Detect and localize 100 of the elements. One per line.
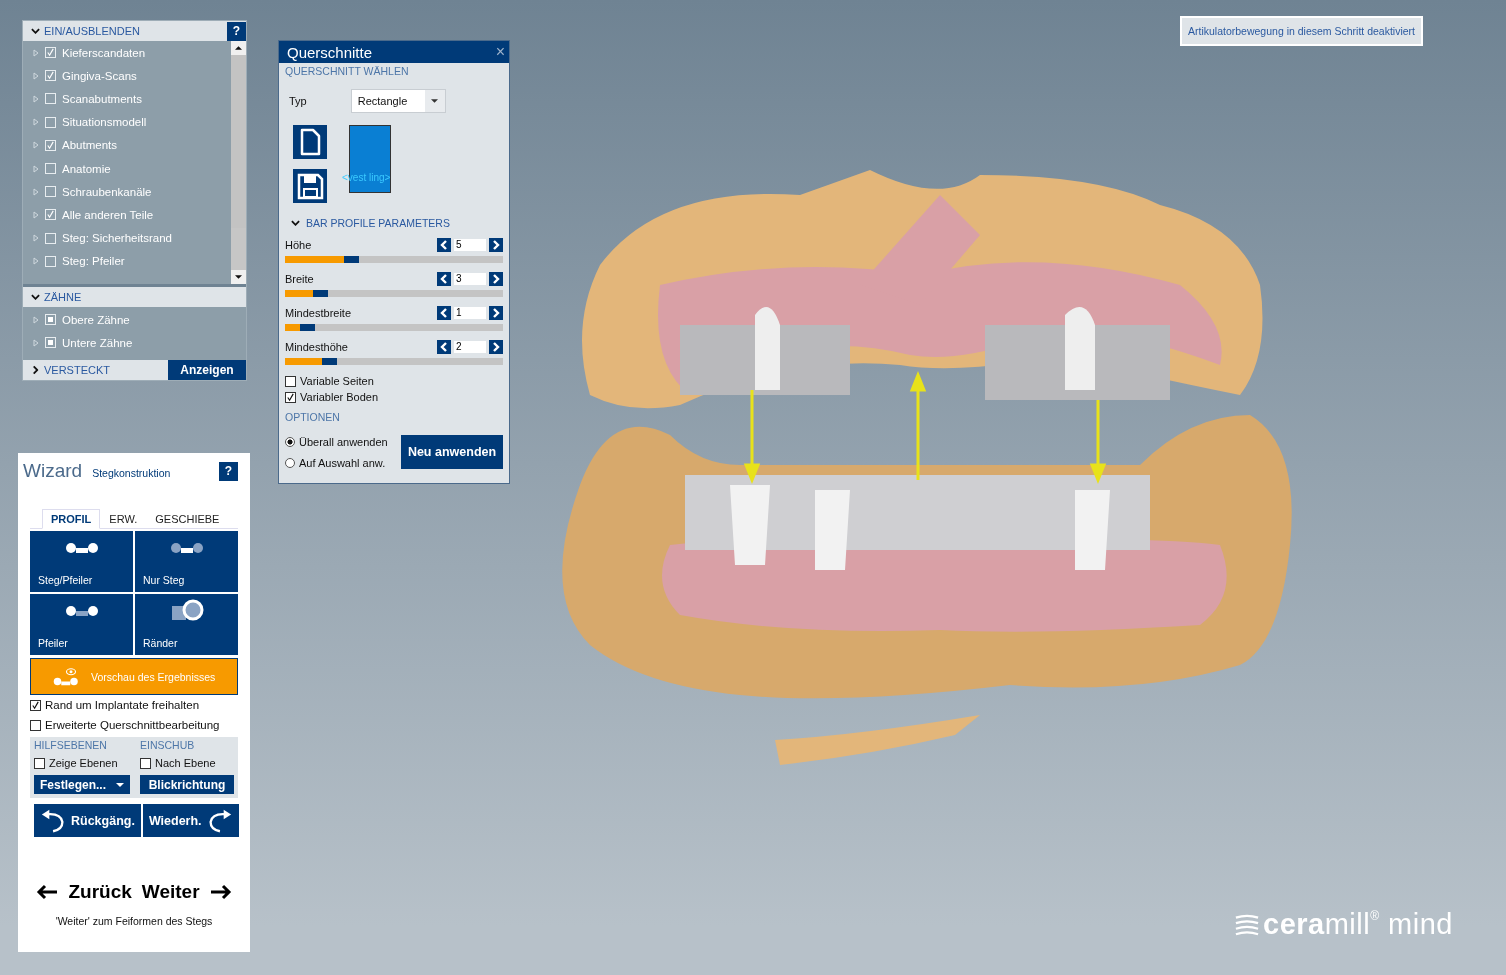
layer-label: Steg: Pfeiler <box>62 255 125 268</box>
scroll-up-icon[interactable] <box>235 46 242 50</box>
increase-button[interactable] <box>489 272 503 286</box>
value-field[interactable]: 3 <box>454 273 486 285</box>
margin-circle-icon <box>169 598 204 622</box>
radio-label: Auf Auswahl anw. <box>299 456 386 469</box>
bar-pillar-icon <box>64 541 99 555</box>
slider[interactable] <box>285 358 503 365</box>
wizard-subtitle: Stegkonstruktion <box>92 467 172 479</box>
section-title: EIN/AUSBLENDEN <box>44 25 141 37</box>
apply-button[interactable]: Neu anwenden <box>401 435 503 469</box>
radio-button[interactable] <box>285 436 295 447</box>
increase-button[interactable] <box>489 306 503 320</box>
notice-banner: Artikulatorbewegung in diesem Schritt deaktiviert <box>1180 16 1424 46</box>
wizard-title: Wizard <box>23 460 83 482</box>
checkbox-label: Rand um Implantate freihalten <box>45 699 200 711</box>
view-direction-button[interactable]: Blickrichtung <box>140 775 234 794</box>
layer-label: Steg: Sicherheitsrand <box>62 232 172 245</box>
tool-tile[interactable]: Nur Steg <box>135 531 238 592</box>
decrease-button[interactable] <box>437 306 451 320</box>
layer-label: Gingiva-Scans <box>62 69 137 82</box>
type-dropdown[interactable]: Rectangle <box>350 89 446 113</box>
layer-label: Schraubenkanäle <box>62 185 152 198</box>
show-button[interactable]: Anzeigen <box>168 360 246 381</box>
decrease-button[interactable] <box>437 238 451 252</box>
section-title: QUERSCHNITT WÄHLEN <box>285 65 410 77</box>
pillar-icon <box>64 604 99 618</box>
slider-thumb[interactable] <box>300 324 316 331</box>
slider-thumb[interactable] <box>313 290 329 297</box>
layer-label: Untere Zähne <box>62 336 133 349</box>
checkbox[interactable] <box>30 719 41 731</box>
new-document-icon[interactable] <box>293 123 327 161</box>
checkbox-label: Variable Seiten <box>300 375 374 387</box>
decrease-button[interactable] <box>437 340 451 354</box>
layer-label: Scanabutments <box>62 92 142 105</box>
parameter-label: Breite <box>285 273 314 285</box>
slider-thumb[interactable] <box>343 256 359 263</box>
section-title: BAR PROFILE PARAMETERS <box>306 217 450 229</box>
slider[interactable] <box>285 290 503 297</box>
scrollbar[interactable] <box>231 41 246 284</box>
type-label: Typ <box>289 95 307 107</box>
arrow-left-icon <box>36 884 59 900</box>
dropdown-arrow-icon <box>116 782 125 787</box>
decrease-button[interactable] <box>437 272 451 286</box>
layer-label: Obere Zähne <box>62 313 130 326</box>
section-title: EINSCHUB <box>140 739 196 751</box>
scroll-down-icon[interactable] <box>235 275 242 279</box>
layer-label: Abutments <box>62 139 117 152</box>
tab[interactable]: ERW. <box>100 509 147 529</box>
checkbox[interactable] <box>30 699 41 711</box>
back-button[interactable]: Zurück <box>36 881 132 903</box>
parameter-label: Höhe <box>285 239 312 251</box>
tab[interactable]: GESCHIEBE <box>146 509 229 529</box>
logo-wave-icon <box>1235 913 1259 936</box>
help-button[interactable]: ? <box>227 21 246 41</box>
checkbox[interactable] <box>140 757 152 769</box>
tool-tile[interactable]: Ränder <box>135 594 238 655</box>
slider[interactable] <box>285 324 503 331</box>
define-dropdown-button[interactable]: Festlegen... <box>34 775 131 794</box>
undo-button[interactable]: Rückgäng. <box>34 804 141 837</box>
parameter-label: Mindesthöhe <box>285 341 348 353</box>
dialog-title: Querschnitte <box>287 43 373 61</box>
value-field[interactable]: 1 <box>454 307 486 319</box>
chevron-down-icon[interactable] <box>31 28 40 34</box>
checkbox-label: Nach Ebene <box>155 757 216 769</box>
value-field[interactable]: 2 <box>454 341 486 353</box>
slider-thumb[interactable] <box>322 358 338 365</box>
checkbox[interactable] <box>285 391 296 403</box>
section-title: VERSTECKT <box>44 364 111 377</box>
radio-button[interactable] <box>285 457 295 468</box>
value-field[interactable]: 5 <box>454 239 486 251</box>
chevron-down-icon[interactable] <box>291 220 300 226</box>
checkbox-label: Zeige Ebenen <box>49 757 118 769</box>
increase-button[interactable] <box>489 340 503 354</box>
section-title: ZÄHNE <box>44 291 83 303</box>
layer-label: Alle anderen Teile <box>62 208 154 221</box>
slider[interactable] <box>285 256 503 263</box>
increase-button[interactable] <box>489 238 503 252</box>
layer-label: Situationsmodell <box>62 116 147 129</box>
checkbox[interactable] <box>34 757 45 769</box>
checkbox-label: Erweiterte Querschnittbearbeitung <box>45 719 220 731</box>
layer-label: Kieferscandaten <box>62 46 146 59</box>
hint-text: 'Weiter' zum Feiformen des Stegs <box>54 915 214 927</box>
help-button[interactable]: ? <box>219 461 238 481</box>
tab[interactable]: PROFIL <box>42 509 101 529</box>
close-button[interactable]: × <box>495 43 505 61</box>
parameter-label: Mindestbreite <box>285 307 352 319</box>
redo-button[interactable]: Wiederh. <box>142 804 239 837</box>
logo-text: ceramill$^{®}$ mind <box>1263 908 1453 941</box>
chevron-down-icon[interactable] <box>31 294 40 300</box>
dropdown-arrow-icon <box>431 99 439 103</box>
tool-tile[interactable]: Steg/Pfeiler <box>30 531 133 592</box>
save-icon[interactable] <box>293 167 327 205</box>
checkbox[interactable] <box>285 375 296 387</box>
layer-label: Anatomie <box>62 162 111 175</box>
checkbox-label: Variabler Boden <box>300 391 379 403</box>
next-button[interactable]: Weiter <box>141 881 232 903</box>
tool-tile[interactable]: Pfeiler <box>30 594 133 655</box>
section-title: HILFSEBENEN <box>34 739 108 751</box>
chevron-right-icon[interactable] <box>32 365 39 375</box>
